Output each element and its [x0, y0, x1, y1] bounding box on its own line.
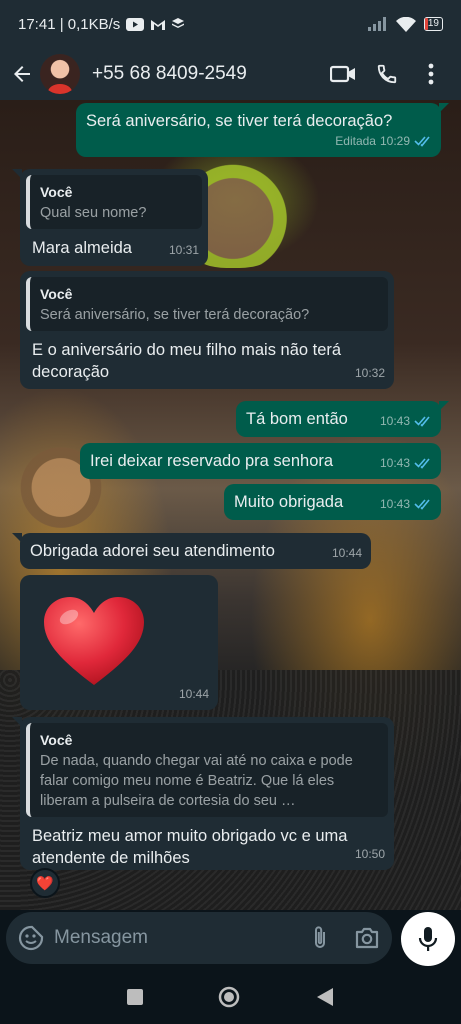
back-arrow-icon[interactable]: [10, 62, 34, 86]
video-call-icon: [330, 65, 355, 83]
message-reaction[interactable]: ❤️: [30, 868, 60, 898]
quote-text: Será aniversário, se tiver terá decoraçã…: [40, 307, 310, 323]
message-meta: 10:43: [380, 410, 432, 432]
quote-author: Você: [40, 286, 73, 302]
quote-author: Você: [40, 732, 73, 748]
status-bar: 17:41 | 0,1KB/s 19: [0, 0, 461, 48]
message-time: 10:29: [379, 134, 410, 148]
avatar[interactable]: [40, 54, 80, 94]
message-time: 10:43: [379, 456, 410, 470]
message-incoming[interactable]: Obrigada adorei seu atendimento 10:44: [12, 533, 371, 569]
message-incoming[interactable]: Você Será aniversário, se tiver terá dec…: [20, 271, 394, 389]
message-outgoing[interactable]: Será aniversário, se tiver terá decoraçã…: [76, 103, 449, 157]
message-meta: Editada 10:29: [335, 130, 432, 152]
message-meta: 10:43: [380, 493, 432, 515]
message-meta: 10:44: [332, 542, 362, 564]
battery-icon: 19: [423, 17, 443, 31]
message-time: 10:32: [354, 366, 385, 380]
home-icon[interactable]: [217, 985, 241, 1009]
message-time: 10:31: [168, 243, 199, 257]
message-text: Obrigada adorei seu atendimento: [30, 542, 275, 560]
stack-icon: [172, 18, 185, 28]
edited-label: Editada: [335, 134, 376, 148]
message-placeholder: Mensagem: [54, 927, 148, 948]
message-input[interactable]: Mensagem: [6, 912, 392, 964]
message-time: 10:43: [379, 414, 410, 428]
message-meta: 10:50: [355, 843, 385, 865]
chat-header: +55 68 8409-2549: [0, 48, 461, 100]
read-ticks-icon: [414, 416, 430, 427]
message-time: 10:43: [379, 497, 410, 511]
message-outgoing[interactable]: Muito obrigada 10:43: [224, 484, 441, 520]
phone-icon: [377, 64, 397, 84]
message-meta: 10:43: [380, 452, 432, 474]
gmail-icon: [151, 19, 166, 30]
signal-icon: [367, 17, 386, 31]
read-ticks-icon: [414, 136, 430, 147]
back-icon[interactable]: [316, 987, 334, 1007]
quoted-message[interactable]: Você De nada, quando chegar vai até no c…: [26, 723, 388, 817]
voice-message-button[interactable]: [401, 912, 455, 966]
message-meta: 10:32: [355, 362, 385, 384]
recent-apps-icon[interactable]: [127, 989, 144, 1005]
message-time: 10:50: [354, 847, 385, 861]
read-ticks-icon: [414, 458, 430, 469]
video-call-button[interactable]: [321, 52, 365, 96]
youtube-icon: [126, 17, 145, 31]
more-vert-icon: [428, 63, 434, 85]
quote-author: Você: [40, 184, 73, 200]
quote-text: De nada, quando chegar vai até no caixa …: [40, 753, 353, 809]
message-text: Beatriz meu amor muito obrigado vc e uma…: [32, 827, 348, 867]
attach-icon[interactable]: [308, 925, 332, 951]
compose-bar: Mensagem: [0, 910, 461, 970]
red-heart-emoji-icon: [44, 597, 144, 685]
system-nav-bar: [0, 970, 461, 1024]
message-incoming[interactable]: Você Qual seu nome? Mara almeida 10:31: [12, 169, 208, 266]
quoted-message[interactable]: Você Qual seu nome?: [26, 175, 202, 229]
message-meta: 10:44: [179, 683, 209, 705]
contact-name[interactable]: +55 68 8409-2549: [92, 63, 321, 85]
camera-icon[interactable]: [354, 927, 380, 949]
message-outgoing[interactable]: Tá bom então 10:43: [236, 401, 449, 437]
mic-icon: [418, 927, 438, 951]
voice-call-button[interactable]: [365, 52, 409, 96]
sticker-icon[interactable]: [18, 925, 44, 951]
more-options-button[interactable]: [409, 52, 453, 96]
message-outgoing[interactable]: Irei deixar reservado pra senhora 10:43: [80, 443, 441, 479]
quote-text: Qual seu nome?: [40, 205, 147, 221]
battery-level: 19: [427, 18, 439, 29]
message-text: E o aniversário do meu filho mais não te…: [32, 341, 342, 381]
message-time: 10:44: [178, 687, 209, 701]
wifi-icon: [395, 16, 416, 32]
quoted-message[interactable]: Você Será aniversário, se tiver terá dec…: [26, 277, 388, 331]
read-ticks-icon: [414, 499, 430, 510]
reaction-emoji: ❤️: [36, 874, 54, 891]
message-time: 10:44: [331, 546, 362, 560]
message-text: Será aniversário, se tiver terá decoraçã…: [86, 112, 393, 130]
message-meta: 10:31: [169, 239, 199, 261]
message-incoming[interactable]: Você De nada, quando chegar vai até no c…: [12, 717, 394, 870]
status-time: 17:41 | 0,1KB/s: [18, 15, 121, 33]
